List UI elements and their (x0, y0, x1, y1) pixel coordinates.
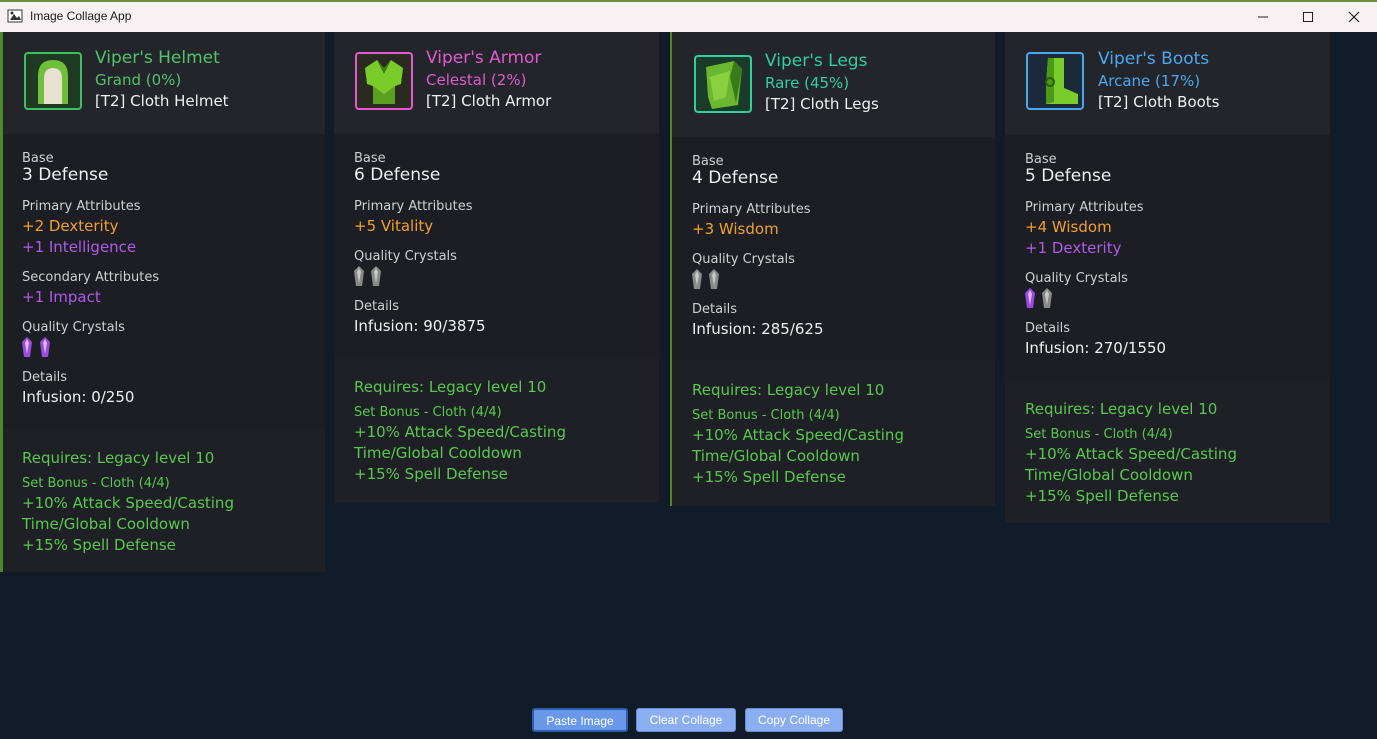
primary-label: Primary Attributes (22, 199, 141, 214)
item-card-helmet: Viper's Helmet Grand (0%) [T2] Cloth Hel… (0, 32, 325, 572)
item-name: Viper's Armor (426, 48, 542, 68)
crystals-label: Quality Crystals (692, 252, 795, 267)
minimize-icon (1258, 16, 1268, 18)
primary-attribute: +5 Vitality (354, 217, 434, 235)
crystal-purple-icon (40, 337, 50, 357)
infusion-value: Infusion: 90/3875 (354, 317, 486, 335)
primary-label: Primary Attributes (1025, 200, 1144, 215)
secondary-attribute: +1 Impact (22, 288, 101, 306)
item-rarity: Arcane (17%) (1098, 72, 1201, 90)
primary-attribute: +2 Dexterity (22, 217, 119, 235)
crystal-gray-icon (371, 266, 381, 286)
item-type: [T2] Cloth Helmet (95, 92, 229, 110)
item-name: Viper's Helmet (95, 48, 220, 68)
primary-label: Primary Attributes (692, 202, 811, 217)
requires-text: Requires: Legacy level 10 (1025, 400, 1218, 418)
title-bar: Image Collage App (0, 0, 1377, 32)
secondary-label: Secondary Attributes (22, 270, 160, 285)
base-value: 6 Defense (354, 165, 441, 185)
base-label: Base (1025, 152, 1057, 167)
paste-image-button[interactable]: Paste Image (532, 708, 628, 732)
crystal-gray-icon (1042, 288, 1052, 308)
set-bonus-label: Set Bonus - Cloth (4/4) (1025, 427, 1173, 442)
set-bonus-effect: +10% Attack Speed/Casting Time/Global Co… (692, 426, 904, 465)
clear-collage-button[interactable]: Clear Collage (636, 708, 736, 732)
set-bonus-effect: +15% Spell Defense (354, 465, 508, 483)
set-bonus-label: Set Bonus - Cloth (4/4) (354, 405, 502, 420)
crystal-gray-icon (692, 269, 702, 289)
infusion-value: Infusion: 270/1550 (1025, 339, 1167, 357)
set-bonus-effect: +15% Spell Defense (692, 468, 846, 486)
set-bonus-effect: +15% Spell Defense (22, 536, 176, 554)
item-rarity: Rare (45%) (765, 74, 850, 92)
maximize-button[interactable] (1285, 2, 1331, 32)
primary-label: Primary Attributes (354, 199, 473, 214)
base-label: Base (22, 151, 54, 166)
base-label: Base (692, 154, 724, 169)
crystals-label: Quality Crystals (354, 249, 457, 264)
close-button[interactable] (1331, 2, 1377, 32)
maximize-icon (1303, 12, 1313, 22)
copy-collage-button[interactable]: Copy Collage (745, 708, 843, 732)
set-bonus-label: Set Bonus - Cloth (4/4) (22, 476, 170, 491)
details-label: Details (692, 302, 738, 317)
details-label: Details (22, 370, 68, 385)
item-card-legs: Viper's Legs Rare (45%) [T2] Cloth Legs … (670, 32, 995, 506)
requires-text: Requires: Legacy level 10 (22, 449, 215, 467)
item-rarity: Grand (0%) (95, 71, 182, 89)
minimize-button[interactable] (1240, 2, 1286, 32)
base-value: 5 Defense (1025, 166, 1112, 186)
set-bonus-effect: +10% Attack Speed/Casting Time/Global Co… (22, 494, 234, 533)
legs-icon (694, 55, 752, 113)
primary-attribute: +4 Wisdom (1025, 218, 1112, 236)
set-bonus-effect: +15% Spell Defense (1025, 487, 1179, 505)
item-rarity: Celestal (2%) (426, 71, 527, 89)
crystal-gray-icon (709, 269, 719, 289)
set-bonus-effect: +10% Attack Speed/Casting Time/Global Co… (1025, 445, 1237, 484)
app-icon (7, 9, 23, 23)
crystal-purple-icon (1025, 288, 1035, 308)
details-label: Details (1025, 321, 1071, 336)
crystal-purple-icon (22, 337, 32, 357)
primary-attribute: +1 Dexterity (1025, 239, 1122, 257)
infusion-value: Infusion: 0/250 (22, 388, 135, 406)
crystals-label: Quality Crystals (1025, 271, 1128, 286)
item-card-boots: Viper's Boots Arcane (17%) [T2] Cloth Bo… (1005, 32, 1330, 523)
boots-icon (1026, 52, 1084, 110)
infusion-value: Infusion: 285/625 (692, 320, 824, 338)
base-value: 3 Defense (22, 165, 109, 185)
item-type: [T2] Cloth Legs (765, 95, 879, 113)
helmet-icon (24, 52, 82, 110)
crystal-gray-icon (354, 266, 364, 286)
item-type: [T2] Cloth Boots (1098, 93, 1220, 111)
base-value: 4 Defense (692, 168, 779, 188)
crystals-label: Quality Crystals (22, 320, 125, 335)
primary-attribute: +1 Intelligence (22, 238, 137, 256)
item-type: [T2] Cloth Armor (426, 92, 552, 110)
requires-text: Requires: Legacy level 10 (354, 378, 547, 396)
set-bonus-label: Set Bonus - Cloth (4/4) (692, 408, 840, 423)
item-name: Viper's Legs (765, 51, 868, 71)
window-title: Image Collage App (30, 9, 132, 23)
item-card-armor: Viper's Armor Celestal (2%) [T2] Cloth A… (334, 32, 659, 503)
requires-text: Requires: Legacy level 10 (692, 381, 885, 399)
set-bonus-effect: +10% Attack Speed/Casting Time/Global Co… (354, 423, 566, 462)
close-icon (1348, 11, 1360, 23)
item-name: Viper's Boots (1098, 49, 1210, 69)
details-label: Details (354, 299, 400, 314)
base-label: Base (354, 151, 386, 166)
primary-attribute: +3 Wisdom (692, 220, 779, 238)
armor-icon (355, 52, 413, 110)
